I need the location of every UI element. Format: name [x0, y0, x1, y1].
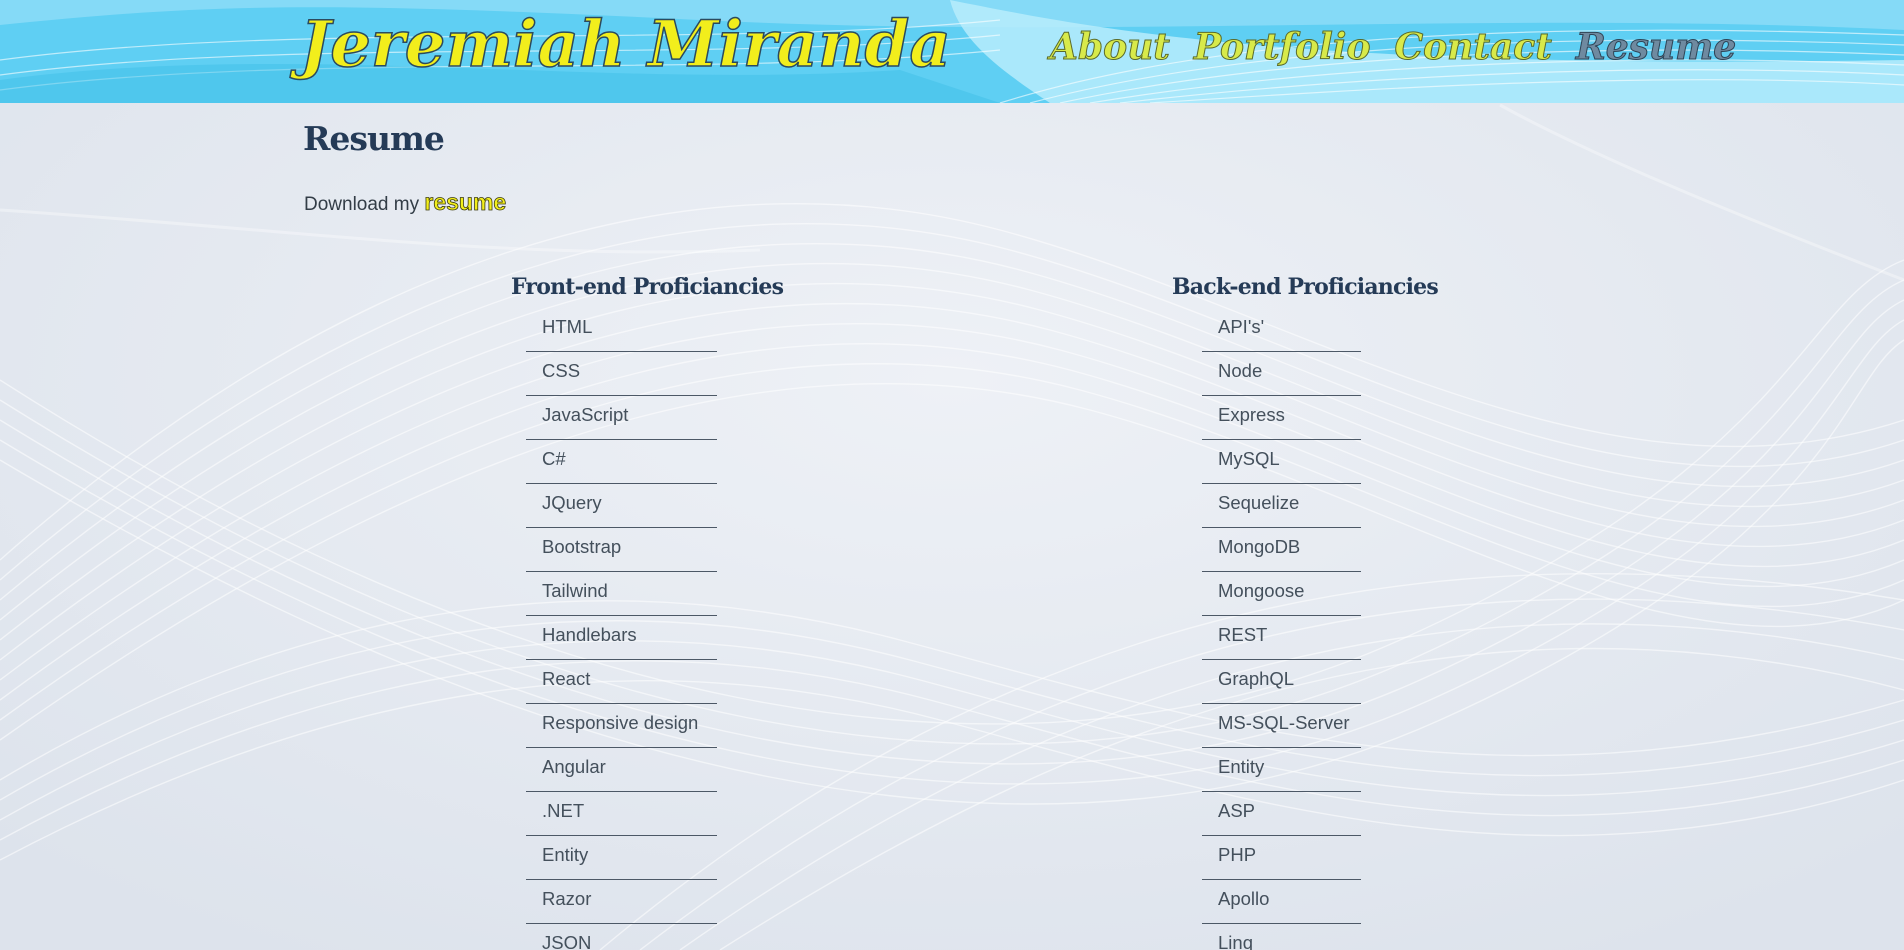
list-item: Sequelize — [1202, 484, 1361, 528]
list-item: JQuery — [526, 484, 717, 528]
list-item: Entity — [526, 836, 717, 880]
nav-resume-link[interactable]: Resume — [1575, 22, 1736, 72]
site-title[interactable]: Jeremiah Miranda — [299, 0, 951, 90]
back-end-proficiencies: Back-end Proficiancies API's' Node Express… — [1172, 266, 1439, 950]
download-line: Download my resume — [304, 189, 507, 218]
list-item: Tailwind — [526, 572, 717, 616]
back-end-title: Back-end Proficiancies — [1172, 274, 1439, 300]
list-item: CSS — [526, 352, 717, 396]
nav-about-link[interactable]: About — [1050, 22, 1171, 72]
list-item: GraphQL — [1202, 660, 1361, 704]
main-nav: About Portfolio Contact Resume — [1050, 22, 1760, 72]
list-item: React — [526, 660, 717, 704]
list-item: Handlebars — [526, 616, 717, 660]
list-item: .NET — [526, 792, 717, 836]
list-item: Node — [1202, 352, 1361, 396]
list-item: Bootstrap — [526, 528, 717, 572]
list-item: HTML — [526, 308, 717, 352]
nav-contact-link[interactable]: Contact — [1394, 22, 1552, 72]
list-item: MySQL — [1202, 440, 1361, 484]
resume-section: Resume Download my resume Front-end Prof… — [0, 103, 1904, 950]
page-title: Resume — [303, 119, 445, 158]
list-item: Razor — [526, 880, 717, 924]
list-item: JavaScript — [526, 396, 717, 440]
list-item: API's' — [1202, 308, 1361, 352]
list-item: ASP — [1202, 792, 1361, 836]
list-item: Express — [1202, 396, 1361, 440]
front-end-list: HTML CSS JavaScript C# JQuery Bootstrap Tailwi… — [526, 308, 717, 950]
site-header: Jeremiah Miranda About Portfolio Contact… — [0, 0, 1904, 103]
list-item: Mongoose — [1202, 572, 1361, 616]
list-item: Apollo — [1202, 880, 1361, 924]
list-item: JSON — [526, 924, 717, 950]
list-item: Angular — [526, 748, 717, 792]
list-item: Entity — [1202, 748, 1361, 792]
list-item: MongoDB — [1202, 528, 1361, 572]
front-end-title: Front-end Proficiancies — [511, 274, 784, 300]
resume-download-link[interactable]: resume — [424, 189, 507, 216]
front-end-proficiencies: Front-end Proficiancies HTML CSS JavaScrip… — [511, 266, 784, 950]
list-item: Linq — [1202, 924, 1361, 950]
back-end-list: API's' Node Express MySQL Sequelize MongoDB Mo… — [1202, 308, 1361, 950]
list-item: C# — [526, 440, 717, 484]
download-text: Download my — [304, 194, 420, 215]
list-item: MS-SQL-Server — [1202, 704, 1361, 748]
list-item: REST — [1202, 616, 1361, 660]
list-item: PHP — [1202, 836, 1361, 880]
list-item: Responsive design — [526, 704, 717, 748]
nav-portfolio-link[interactable]: Portfolio — [1193, 22, 1371, 72]
